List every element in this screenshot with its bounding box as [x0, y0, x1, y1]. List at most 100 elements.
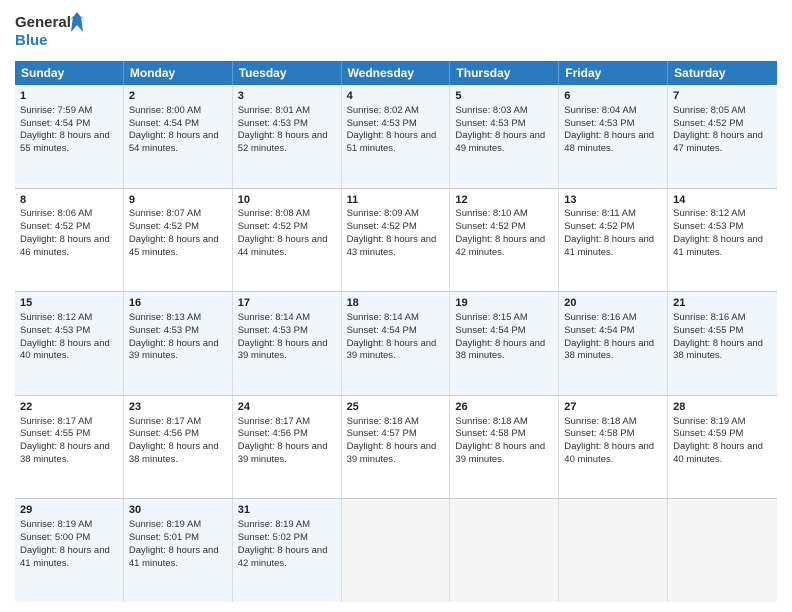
- header-day-tuesday: Tuesday: [233, 61, 342, 85]
- day-cell-21: 21Sunrise: 8:16 AMSunset: 4:55 PMDayligh…: [668, 292, 777, 395]
- daylight: Daylight: 8 hours and 39 minutes.: [455, 441, 545, 465]
- sunset: Sunset: 4:52 PM: [564, 221, 634, 232]
- sunset: Sunset: 5:01 PM: [129, 532, 199, 543]
- day-number: 6: [564, 89, 662, 104]
- page: General Blue SundayMondayTuesdayWednesda…: [0, 0, 792, 612]
- sunset: Sunset: 4:54 PM: [455, 325, 525, 336]
- day-cell-9: 9Sunrise: 8:07 AMSunset: 4:52 PMDaylight…: [124, 189, 233, 292]
- sunrise: Sunrise: 8:14 AM: [238, 312, 310, 323]
- sunset: Sunset: 4:52 PM: [347, 221, 417, 232]
- day-cell-10: 10Sunrise: 8:08 AMSunset: 4:52 PMDayligh…: [233, 189, 342, 292]
- day-number: 26: [455, 400, 553, 415]
- sunrise: Sunrise: 8:17 AM: [129, 416, 201, 427]
- day-number: 7: [673, 89, 772, 104]
- sunrise: Sunrise: 8:19 AM: [238, 519, 310, 530]
- day-cell-12: 12Sunrise: 8:10 AMSunset: 4:52 PMDayligh…: [450, 189, 559, 292]
- day-cell-26: 26Sunrise: 8:18 AMSunset: 4:58 PMDayligh…: [450, 396, 559, 499]
- sunrise: Sunrise: 8:07 AM: [129, 208, 201, 219]
- day-cell-3: 3Sunrise: 8:01 AMSunset: 4:53 PMDaylight…: [233, 85, 342, 188]
- week-row-2: 8Sunrise: 8:06 AMSunset: 4:52 PMDaylight…: [15, 189, 777, 293]
- empty-cell-w4-c6: [668, 499, 777, 602]
- day-number: 2: [129, 89, 227, 104]
- sunrise: Sunrise: 8:19 AM: [20, 519, 92, 530]
- day-number: 31: [238, 503, 336, 518]
- day-cell-6: 6Sunrise: 8:04 AMSunset: 4:53 PMDaylight…: [559, 85, 668, 188]
- sunrise: Sunrise: 8:05 AM: [673, 105, 745, 116]
- sunrise: Sunrise: 8:18 AM: [564, 416, 636, 427]
- day-number: 19: [455, 296, 553, 311]
- day-cell-13: 13Sunrise: 8:11 AMSunset: 4:52 PMDayligh…: [559, 189, 668, 292]
- sunset: Sunset: 4:53 PM: [238, 118, 308, 129]
- day-number: 8: [20, 193, 118, 208]
- sunset: Sunset: 4:53 PM: [564, 118, 634, 129]
- daylight: Daylight: 8 hours and 41 minutes.: [20, 545, 110, 569]
- day-number: 5: [455, 89, 553, 104]
- sunset: Sunset: 4:52 PM: [129, 221, 199, 232]
- day-number: 9: [129, 193, 227, 208]
- sunrise: Sunrise: 8:11 AM: [564, 208, 636, 219]
- day-number: 20: [564, 296, 662, 311]
- day-cell-23: 23Sunrise: 8:17 AMSunset: 4:56 PMDayligh…: [124, 396, 233, 499]
- sunset: Sunset: 4:55 PM: [673, 325, 743, 336]
- sunset: Sunset: 4:59 PM: [673, 428, 743, 439]
- daylight: Daylight: 8 hours and 39 minutes.: [238, 338, 328, 362]
- day-cell-17: 17Sunrise: 8:14 AMSunset: 4:53 PMDayligh…: [233, 292, 342, 395]
- day-number: 14: [673, 193, 772, 208]
- sunset: Sunset: 4:56 PM: [238, 428, 308, 439]
- sunset: Sunset: 4:53 PM: [129, 325, 199, 336]
- daylight: Daylight: 8 hours and 47 minutes.: [673, 130, 763, 154]
- sunset: Sunset: 4:54 PM: [564, 325, 634, 336]
- day-cell-31: 31Sunrise: 8:19 AMSunset: 5:02 PMDayligh…: [233, 499, 342, 602]
- sunset: Sunset: 4:53 PM: [673, 221, 743, 232]
- daylight: Daylight: 8 hours and 42 minutes.: [238, 545, 328, 569]
- daylight: Daylight: 8 hours and 40 minutes.: [20, 338, 110, 362]
- daylight: Daylight: 8 hours and 42 minutes.: [455, 234, 545, 258]
- sunset: Sunset: 5:00 PM: [20, 532, 90, 543]
- calendar: SundayMondayTuesdayWednesdayThursdayFrid…: [15, 61, 777, 602]
- day-cell-16: 16Sunrise: 8:13 AMSunset: 4:53 PMDayligh…: [124, 292, 233, 395]
- sunrise: Sunrise: 8:17 AM: [20, 416, 92, 427]
- week-row-4: 22Sunrise: 8:17 AMSunset: 4:55 PMDayligh…: [15, 396, 777, 500]
- sunrise: Sunrise: 8:17 AM: [238, 416, 310, 427]
- daylight: Daylight: 8 hours and 39 minutes.: [347, 338, 437, 362]
- day-cell-4: 4Sunrise: 8:02 AMSunset: 4:53 PMDaylight…: [342, 85, 451, 188]
- header-day-sunday: Sunday: [15, 61, 124, 85]
- day-number: 29: [20, 503, 118, 518]
- week-row-1: 1Sunrise: 7:59 AMSunset: 4:54 PMDaylight…: [15, 85, 777, 189]
- daylight: Daylight: 8 hours and 38 minutes.: [20, 441, 110, 465]
- day-number: 25: [347, 400, 445, 415]
- daylight: Daylight: 8 hours and 40 minutes.: [673, 441, 763, 465]
- daylight: Daylight: 8 hours and 39 minutes.: [347, 441, 437, 465]
- day-cell-18: 18Sunrise: 8:14 AMSunset: 4:54 PMDayligh…: [342, 292, 451, 395]
- sunrise: Sunrise: 8:14 AM: [347, 312, 419, 323]
- sunset: Sunset: 4:52 PM: [20, 221, 90, 232]
- daylight: Daylight: 8 hours and 54 minutes.: [129, 130, 219, 154]
- sunset: Sunset: 4:53 PM: [347, 118, 417, 129]
- sunset: Sunset: 4:54 PM: [129, 118, 199, 129]
- day-cell-14: 14Sunrise: 8:12 AMSunset: 4:53 PMDayligh…: [668, 189, 777, 292]
- sunrise: Sunrise: 8:16 AM: [673, 312, 745, 323]
- day-number: 12: [455, 193, 553, 208]
- day-number: 23: [129, 400, 227, 415]
- day-number: 15: [20, 296, 118, 311]
- daylight: Daylight: 8 hours and 46 minutes.: [20, 234, 110, 258]
- day-number: 3: [238, 89, 336, 104]
- sunrise: Sunrise: 8:16 AM: [564, 312, 636, 323]
- sunrise: Sunrise: 8:10 AM: [455, 208, 527, 219]
- sunrise: Sunrise: 8:19 AM: [129, 519, 201, 530]
- header-day-saturday: Saturday: [668, 61, 777, 85]
- sunrise: Sunrise: 8:18 AM: [347, 416, 419, 427]
- header-day-friday: Friday: [559, 61, 668, 85]
- sunrise: Sunrise: 8:08 AM: [238, 208, 310, 219]
- sunrise: Sunrise: 8:15 AM: [455, 312, 527, 323]
- day-number: 1: [20, 89, 118, 104]
- day-cell-2: 2Sunrise: 8:00 AMSunset: 4:54 PMDaylight…: [124, 85, 233, 188]
- day-cell-29: 29Sunrise: 8:19 AM Sunset: 5:00 PM Dayligh…: [15, 499, 124, 602]
- sunset: Sunset: 4:52 PM: [238, 221, 308, 232]
- week-row-3: 15Sunrise: 8:12 AMSunset: 4:53 PMDayligh…: [15, 292, 777, 396]
- sunset: Sunset: 4:53 PM: [455, 118, 525, 129]
- daylight: Daylight: 8 hours and 51 minutes.: [347, 130, 437, 154]
- sunrise: Sunrise: 8:13 AM: [129, 312, 201, 323]
- daylight: Daylight: 8 hours and 38 minutes.: [564, 338, 654, 362]
- day-number: 10: [238, 193, 336, 208]
